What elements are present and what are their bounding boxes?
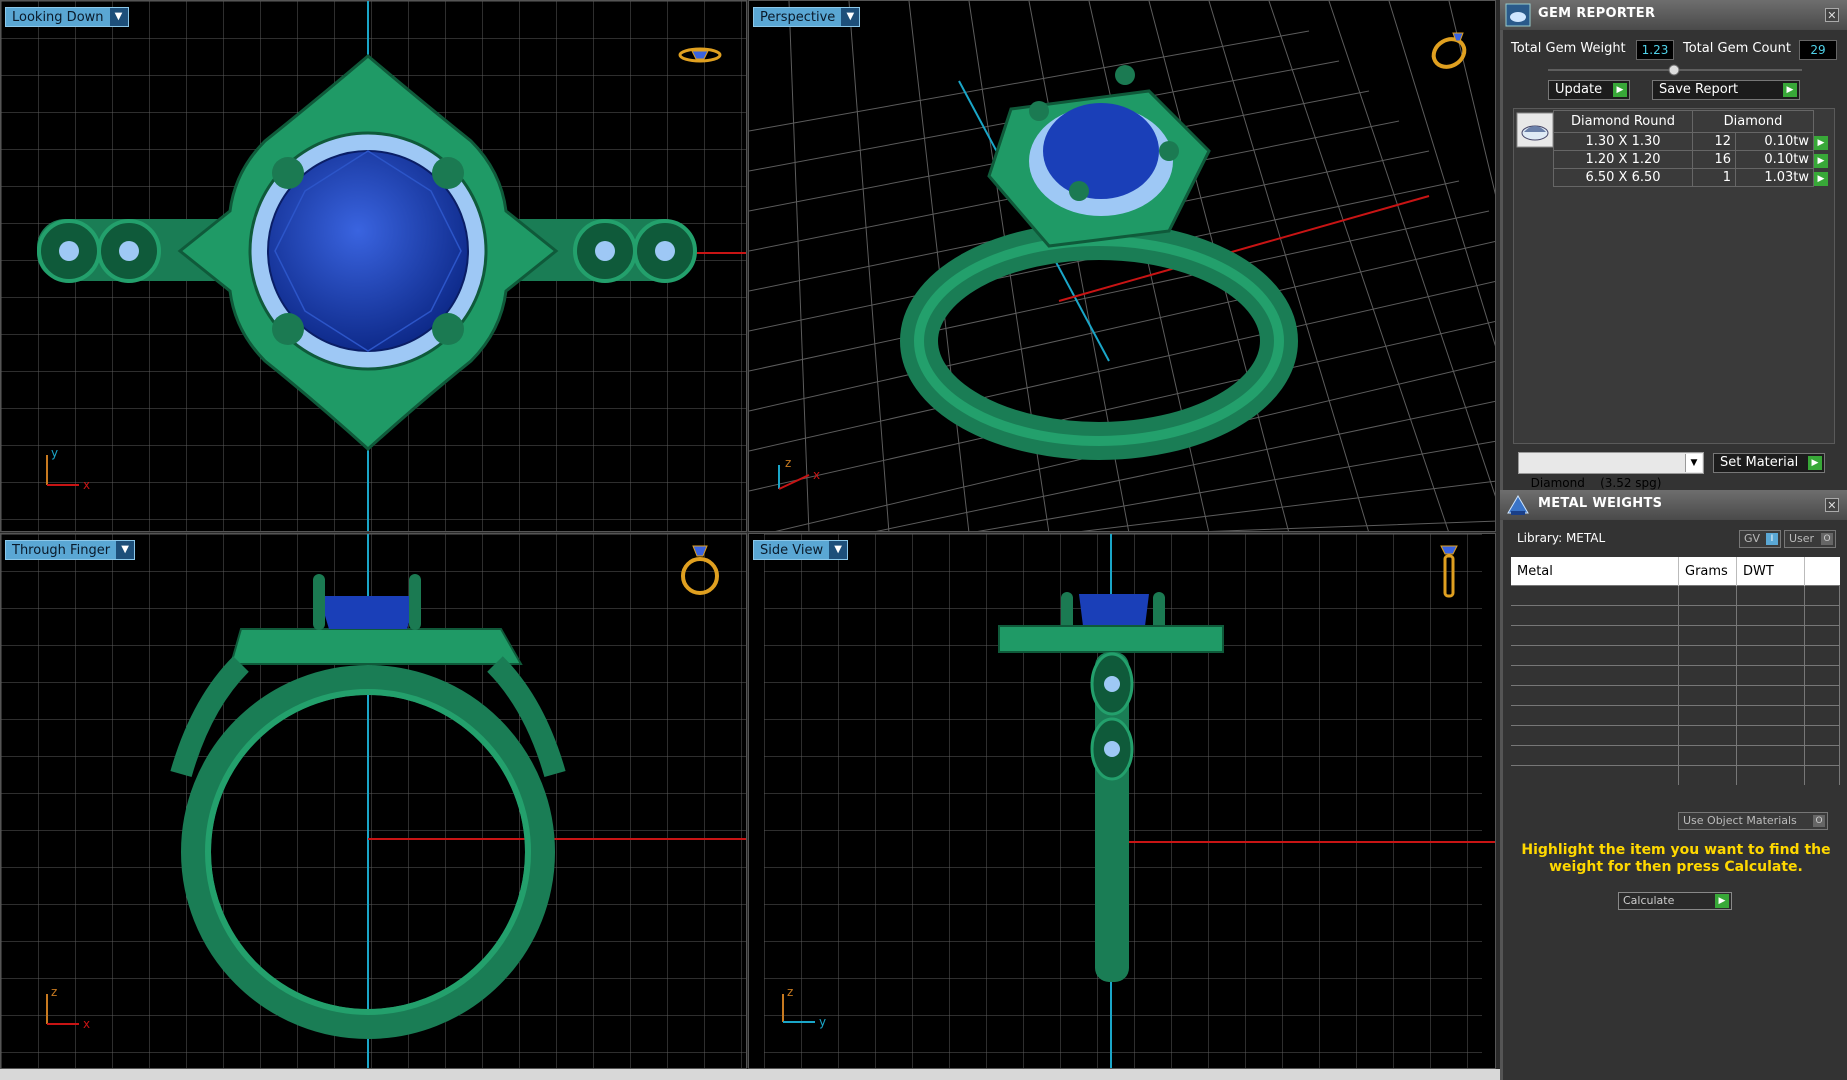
play-icon: ▶ bbox=[1715, 894, 1729, 908]
table-row[interactable] bbox=[1511, 645, 1840, 666]
viewport-looking-down[interactable]: Looking Down ▼ y x bbox=[0, 0, 747, 532]
gem-weight-cell: 0.10tw bbox=[1735, 150, 1814, 169]
play-icon[interactable]: ▶ bbox=[1814, 135, 1828, 150]
gem-count-cell: 1 bbox=[1692, 168, 1736, 187]
user-toggle[interactable]: User O bbox=[1784, 530, 1836, 548]
axis-label-z: z bbox=[787, 985, 793, 999]
calculate-hint: Highlight the item you want to find the … bbox=[1521, 842, 1831, 875]
close-icon[interactable]: ✕ bbox=[1825, 498, 1839, 512]
total-gem-weight-label: Total Gem Weight bbox=[1511, 41, 1626, 56]
status-strip bbox=[0, 1069, 1500, 1080]
axis-indicator-perspective: z x bbox=[778, 456, 820, 490]
metal-weights-header[interactable]: METAL WEIGHTS ✕ bbox=[1500, 490, 1847, 520]
table-row[interactable] bbox=[1511, 685, 1840, 706]
axis-label-y: y bbox=[51, 446, 58, 460]
ring-front-icon bbox=[681, 545, 719, 595]
chevron-down-icon[interactable]: ▼ bbox=[829, 541, 848, 559]
view-label-looking-down[interactable]: Looking Down ▼ bbox=[5, 7, 129, 27]
viewport-through-finger[interactable]: Through Finger ▼ z x bbox=[0, 533, 747, 1069]
play-icon: ▶ bbox=[1808, 456, 1822, 470]
ring-perspective-icon bbox=[1431, 32, 1467, 69]
table-row[interactable]: 1.30 X 1.30 12 0.10tw ▶ bbox=[1553, 132, 1833, 151]
total-gem-count-label: Total Gem Count bbox=[1683, 41, 1791, 56]
ring-top-icon bbox=[678, 47, 722, 63]
axis-label-z: z bbox=[51, 985, 57, 999]
total-gem-weight-value: 1.23 bbox=[1636, 40, 1674, 60]
gem-size-cell: 1.30 X 1.30 bbox=[1553, 132, 1693, 151]
gem-size-cell: 6.50 X 6.50 bbox=[1553, 168, 1693, 187]
viewport-perspective[interactable]: Perspective ▼ z x bbox=[748, 0, 1496, 532]
toggle-off-icon: O bbox=[1821, 533, 1833, 545]
gem-count-cell: 16 bbox=[1692, 150, 1736, 169]
view-label-perspective[interactable]: Perspective ▼ bbox=[753, 7, 861, 27]
chevron-down-icon[interactable]: ▼ bbox=[109, 8, 128, 26]
play-icon: ▶ bbox=[1783, 83, 1797, 97]
axis-indicator-side: z y bbox=[782, 985, 826, 1029]
play-icon[interactable]: ▶ bbox=[1814, 171, 1828, 186]
metal-weights-title: METAL WEIGHTS bbox=[1538, 496, 1663, 511]
calculate-button[interactable]: Calculate ▶ bbox=[1618, 892, 1732, 910]
metal-weights-icon bbox=[1507, 495, 1529, 515]
gem-weight-cell: 1.03tw bbox=[1735, 168, 1814, 187]
library-label: Library: METAL bbox=[1517, 531, 1606, 545]
perspective-canvas[interactable] bbox=[749, 1, 1496, 532]
table-row[interactable] bbox=[1511, 765, 1840, 785]
play-icon: ▶ bbox=[1613, 83, 1627, 97]
set-material-button[interactable]: Set Material ▶ bbox=[1713, 453, 1825, 473]
chevron-down-icon[interactable]: ▼ bbox=[1685, 454, 1702, 472]
ring-side-icon bbox=[1440, 545, 1458, 598]
toggle-off-icon: O bbox=[1813, 815, 1825, 827]
axis-indicator-front: z x bbox=[46, 985, 90, 1031]
axis-label-y: y bbox=[819, 1015, 826, 1029]
table-row[interactable] bbox=[1511, 705, 1840, 726]
gem-count-cell: 12 bbox=[1692, 132, 1736, 151]
update-button[interactable]: Update ▶ bbox=[1548, 80, 1630, 100]
chevron-down-icon[interactable]: ▼ bbox=[116, 541, 135, 559]
play-icon[interactable]: ▶ bbox=[1814, 153, 1828, 168]
table-row[interactable] bbox=[1511, 625, 1840, 646]
table-row[interactable]: 1.20 X 1.20 16 0.10tw ▶ bbox=[1553, 150, 1833, 169]
gem-reporter-title: GEM REPORTER bbox=[1538, 6, 1656, 21]
table-row[interactable] bbox=[1511, 745, 1840, 766]
total-gem-count-value: 29 bbox=[1799, 40, 1837, 60]
toggle-on-icon: I bbox=[1766, 533, 1778, 545]
gem-size-cell: 1.20 X 1.20 bbox=[1553, 150, 1693, 169]
use-object-materials-toggle[interactable]: Use Object Materials O bbox=[1678, 812, 1828, 830]
through-finger-canvas[interactable] bbox=[1, 534, 747, 1069]
gem-table: Diamond Round Diamond 1.30 X 1.30 12 0.1… bbox=[1553, 110, 1833, 187]
axis-indicator-top: y x bbox=[46, 446, 90, 492]
axis-label-x: x bbox=[83, 478, 90, 492]
metal-column-header: DWT bbox=[1736, 557, 1805, 586]
viewport-side-view[interactable]: Side View ▼ z y bbox=[748, 533, 1496, 1069]
table-row[interactable]: 6.50 X 6.50 1 1.03tw ▶ bbox=[1553, 168, 1833, 187]
axis-label-x: x bbox=[83, 1017, 90, 1031]
gem-reporter-header[interactable]: GEM REPORTER ✕ bbox=[1500, 0, 1847, 30]
table-row[interactable] bbox=[1511, 725, 1840, 746]
gv-toggle[interactable]: GV I bbox=[1739, 530, 1781, 548]
gem-column-header: Diamond Round bbox=[1553, 110, 1693, 133]
metal-column-header: Metal bbox=[1511, 557, 1679, 586]
gem-column-header: Diamond bbox=[1692, 110, 1814, 133]
table-row[interactable] bbox=[1511, 585, 1840, 606]
table-row[interactable] bbox=[1511, 665, 1840, 686]
metal-table: Metal Grams DWT bbox=[1511, 557, 1840, 785]
table-row[interactable] bbox=[1511, 605, 1840, 626]
material-select[interactable]: Diamond (3.52 spg) ▼ bbox=[1518, 452, 1704, 490]
gem-weight-cell: 0.10tw bbox=[1735, 132, 1814, 151]
axis-label-z: z bbox=[785, 456, 791, 470]
metal-column-header: Grams bbox=[1678, 557, 1737, 586]
axis-label-x: x bbox=[813, 468, 820, 482]
chevron-down-icon[interactable]: ▼ bbox=[841, 8, 860, 26]
view-label-through-finger[interactable]: Through Finger ▼ bbox=[5, 540, 136, 560]
side-view-canvas[interactable] bbox=[749, 534, 1496, 1069]
close-icon[interactable]: ✕ bbox=[1825, 8, 1839, 22]
view-label-side-view[interactable]: Side View ▼ bbox=[753, 540, 849, 560]
save-report-button[interactable]: Save Report ▶ bbox=[1652, 80, 1800, 100]
gem-reporter-icon bbox=[1505, 3, 1531, 27]
looking-down-canvas[interactable] bbox=[1, 1, 747, 532]
gem-weight-slider[interactable] bbox=[1548, 64, 1802, 76]
diamond-icon bbox=[1516, 112, 1554, 148]
